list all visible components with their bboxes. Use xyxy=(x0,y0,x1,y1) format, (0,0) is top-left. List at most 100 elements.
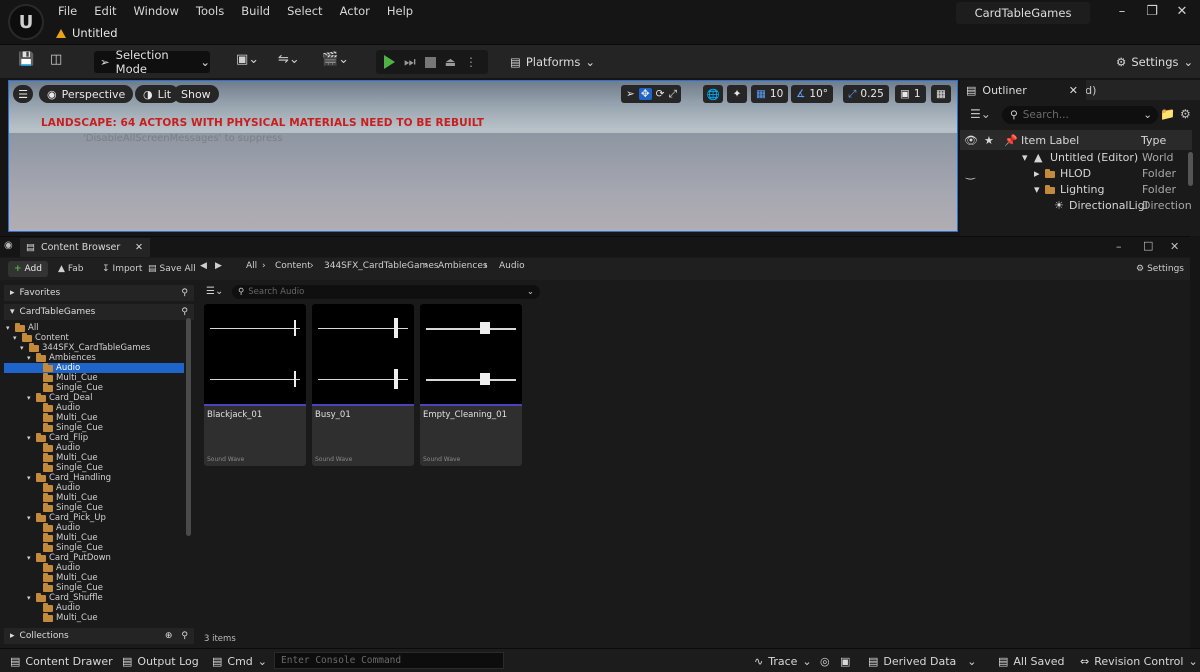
breadcrumb-audio[interactable]: Audio xyxy=(499,261,525,277)
breadcrumb-content[interactable]: Content xyxy=(275,261,311,277)
collections-section[interactable]: ▸ Collections ⊕ ⚲ xyxy=(4,628,194,644)
add-actor-icon[interactable]: ▣⌄ xyxy=(236,52,259,67)
derived-data-dropdown[interactable]: ▤ Derived Data ⌄ xyxy=(868,649,976,672)
tree-folder-item[interactable]: Audio xyxy=(4,482,184,493)
expand-arrow-icon[interactable]: ▾ xyxy=(27,554,33,562)
maximize-icon[interactable]: □ xyxy=(1143,239,1153,252)
visibility-icon[interactable]: 👁 xyxy=(964,134,978,147)
expand-arrow-icon[interactable]: ▾ xyxy=(27,354,33,362)
move-icon[interactable]: ✥ xyxy=(638,88,652,100)
viewport-menu-icon[interactable]: ☰ xyxy=(13,85,33,103)
tree-folder-item[interactable]: Multi_Cue xyxy=(4,492,184,503)
tree-scrollbar[interactable] xyxy=(186,318,191,536)
select-icon[interactable]: ➢ xyxy=(626,88,635,100)
item-label-column[interactable]: Item Label xyxy=(1021,134,1079,147)
asset-tile[interactable]: Busy_01 Sound Wave xyxy=(312,304,414,466)
rotation-snap-button[interactable]: ∡ 10° xyxy=(791,85,834,103)
blueprint-icon[interactable]: ⇋⌄ xyxy=(278,52,300,67)
tree-folder-item[interactable]: ▾ Card_Deal xyxy=(4,392,184,403)
scale-icon[interactable]: ⤢ xyxy=(668,88,676,101)
expand-arrow-icon[interactable]: ▾ xyxy=(27,474,33,482)
tree-folder-item[interactable]: Multi_Cue xyxy=(4,532,184,543)
hidden-eye-icon[interactable]: ‿ xyxy=(966,167,975,180)
expand-arrow-icon[interactable]: ▸ xyxy=(1034,167,1040,180)
eject-icon[interactable]: ⏏ xyxy=(445,55,456,69)
expand-arrow-icon[interactable]: ▾ xyxy=(1022,151,1028,164)
tree-folder-item[interactable]: ▾ Card_Shuffle xyxy=(4,592,184,603)
maximize-viewport-icon[interactable]: ▦ xyxy=(931,85,951,103)
tree-folder-item[interactable]: ▾ All xyxy=(4,322,184,333)
cinematics-icon[interactable]: 🎬⌄ xyxy=(322,52,349,67)
tree-folder-item[interactable]: Single_Cue xyxy=(4,422,184,433)
close-icon[interactable]: ✕ xyxy=(1170,240,1179,253)
menu-build[interactable]: Build xyxy=(241,4,270,18)
project-section[interactable]: ▾ CardTableGames ⚲ xyxy=(4,304,194,320)
menu-edit[interactable]: Edit xyxy=(94,4,116,18)
outliner-row[interactable]: ▾ ▲ Untitled (Editor) World xyxy=(960,151,1192,167)
record-icon[interactable]: ◎ xyxy=(820,649,830,672)
tree-folder-item[interactable]: Multi_Cue xyxy=(4,572,184,583)
tree-folder-item[interactable]: ▾ Content xyxy=(4,332,184,343)
unreal-logo-icon[interactable]: U xyxy=(8,4,44,40)
filter-icon[interactable]: ☰⌄ xyxy=(206,286,223,297)
close-icon[interactable]: ✕ xyxy=(1170,4,1194,22)
selection-mode-dropdown[interactable]: ➢ Selection Mode ⌄ xyxy=(94,48,210,76)
revision-control-dropdown[interactable]: ⇔ Revision Control ⌄ xyxy=(1080,649,1198,672)
search-icon[interactable]: ⚲ xyxy=(181,631,188,641)
tree-folder-item[interactable]: Audio xyxy=(4,562,184,573)
menu-tools[interactable]: Tools xyxy=(196,4,224,18)
expand-arrow-icon[interactable]: ▾ xyxy=(27,394,33,402)
level-viewport[interactable]: ☰ ◉ Perspective ◑ Lit Show LANDSCAPE: 64… xyxy=(8,80,958,232)
surface-snap-icon[interactable]: ✦ xyxy=(727,85,747,103)
asset-tile[interactable]: Empty_Cleaning_01 Sound Wave xyxy=(420,304,522,466)
save-all-button[interactable]: ▤ Save All xyxy=(148,261,196,277)
favorites-section[interactable]: ▸ Favorites ⚲ xyxy=(4,285,194,301)
snapshot-icon[interactable]: ▣ xyxy=(840,649,850,672)
restore-icon[interactable]: ❐ xyxy=(1140,4,1164,22)
import-button[interactable]: ↧ Import xyxy=(102,261,142,277)
content-browser-tab[interactable]: ▤ Content Browser ✕ xyxy=(20,238,150,257)
asset-tile[interactable]: Blackjack_01 Sound Wave xyxy=(204,304,306,466)
close-tab-icon[interactable]: ✕ xyxy=(1069,84,1078,97)
stop-icon[interactable] xyxy=(424,56,436,68)
tree-folder-item[interactable]: Audio xyxy=(4,442,184,453)
tree-folder-item[interactable]: ▾ Ambiences xyxy=(4,352,184,363)
back-icon[interactable]: ◀ xyxy=(200,261,207,277)
expand-arrow-icon[interactable]: ▾ xyxy=(27,434,33,442)
tree-folder-item[interactable]: ▾ Card_PutDown xyxy=(4,552,184,563)
menu-actor[interactable]: Actor xyxy=(340,4,370,18)
more-options-icon[interactable]: ⋮ xyxy=(465,55,477,69)
fab-button[interactable]: ▲ Fab xyxy=(58,261,84,277)
tree-folder-item[interactable]: Single_Cue xyxy=(4,382,184,393)
source-control-icon[interactable]: ◫ xyxy=(50,52,62,67)
add-collection-icon[interactable]: ⊕ xyxy=(165,631,173,641)
show-button[interactable]: Show xyxy=(173,85,219,103)
outliner-row[interactable]: ▾ Lighting Folder xyxy=(960,183,1192,199)
filter-icon[interactable]: ☰⌄ xyxy=(970,107,991,121)
camera-speed-button[interactable]: ▣ 1 xyxy=(895,85,926,103)
tree-folder-item[interactable]: Single_Cue xyxy=(4,502,184,513)
pin-icon[interactable]: 📌 xyxy=(1004,134,1018,147)
perspective-button[interactable]: ◉ Perspective xyxy=(39,85,134,103)
level-tab[interactable]: Untitled xyxy=(56,23,118,43)
output-log-button[interactable]: ▤ Output Log xyxy=(122,649,199,672)
tree-folder-item[interactable]: ▾ Card_Pick_Up xyxy=(4,512,184,523)
minimize-icon[interactable]: – xyxy=(1110,4,1134,22)
tree-folder-item[interactable]: Audio xyxy=(4,602,184,613)
expand-arrow-icon[interactable]: ▾ xyxy=(13,334,19,342)
tree-folder-item[interactable]: ▾ Card_Flip xyxy=(4,432,184,443)
menu-file[interactable]: File xyxy=(58,4,77,18)
type-column[interactable]: Type xyxy=(1141,134,1166,147)
minimize-icon[interactable]: – xyxy=(1116,240,1122,253)
tree-folder-item[interactable]: Audio xyxy=(4,522,184,533)
add-folder-icon[interactable]: 📁 xyxy=(1160,107,1175,121)
tree-folder-item[interactable]: Multi_Cue xyxy=(4,412,184,423)
expand-arrow-icon[interactable]: ▾ xyxy=(20,344,26,352)
trace-dropdown[interactable]: ∿ Trace ⌄ xyxy=(754,649,812,672)
tree-folder-item[interactable]: ▾ 344SFX_CardTableGames xyxy=(4,342,184,353)
expand-arrow-icon[interactable]: ▾ xyxy=(27,514,33,522)
asset-search-input[interactable]: ⚲ Search Audio ⌄ xyxy=(232,285,540,299)
platforms-dropdown[interactable]: ▤ Platforms ⌄ xyxy=(510,51,595,73)
tree-folder-item[interactable]: Audio xyxy=(4,362,184,373)
forward-icon[interactable]: ▶ xyxy=(215,261,222,277)
